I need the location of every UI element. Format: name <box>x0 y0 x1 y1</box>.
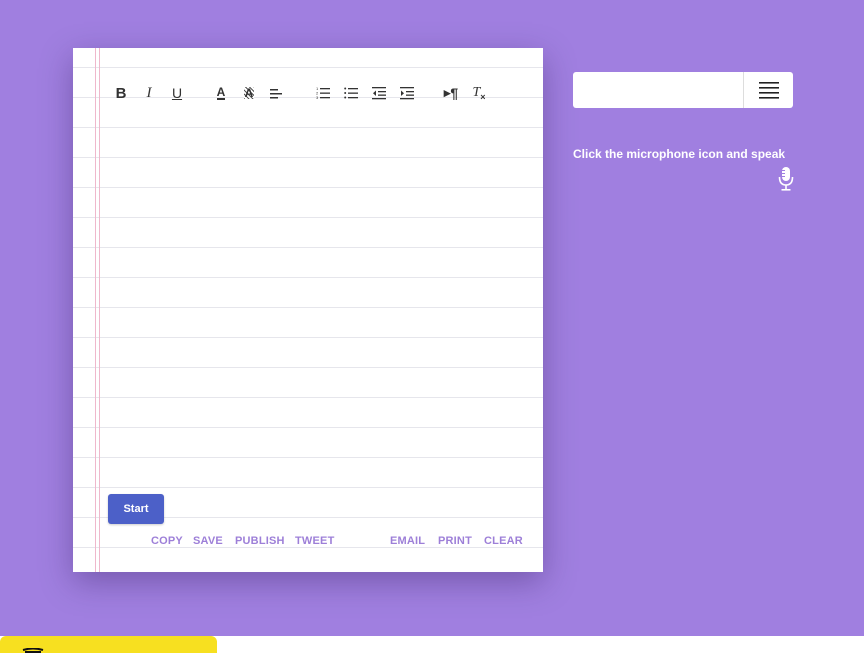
text-color-icon[interactable]: A <box>211 82 231 104</box>
tweet-button[interactable]: TWEET <box>295 535 335 547</box>
microphone-icon[interactable] <box>777 166 795 192</box>
language-selector <box>573 72 793 108</box>
start-button[interactable]: Start <box>108 494 164 524</box>
underline-icon[interactable]: U <box>167 82 187 104</box>
svg-text:3: 3 <box>316 95 319 100</box>
editor-actions: COPY SAVE PUBLISH TWEET EMAIL PRINT CLEA… <box>73 535 543 549</box>
bold-icon[interactable]: B <box>111 82 131 104</box>
publish-button[interactable]: PUBLISH <box>235 535 285 547</box>
outdent-icon[interactable] <box>369 82 389 104</box>
promo-tab[interactable] <box>0 636 217 653</box>
cup-icon <box>22 648 44 653</box>
highlight-color-icon[interactable]: A <box>239 82 259 104</box>
bullet-list-icon[interactable] <box>341 82 361 104</box>
instruction-text: Click the microphone icon and speak <box>573 147 786 161</box>
align-left-icon[interactable] <box>267 82 287 104</box>
italic-icon[interactable]: I <box>139 82 159 104</box>
save-button[interactable]: SAVE <box>193 535 223 547</box>
margin-line <box>99 48 100 572</box>
indent-icon[interactable] <box>397 82 417 104</box>
print-button[interactable]: PRINT <box>438 535 472 547</box>
copy-button[interactable]: COPY <box>151 535 183 547</box>
clear-button[interactable]: CLEAR <box>484 535 523 547</box>
language-input[interactable] <box>573 72 743 108</box>
ordered-list-icon[interactable]: 123 <box>313 82 333 104</box>
email-button[interactable]: EMAIL <box>390 535 425 547</box>
editor-paper[interactable]: B I U A A 123 ▸ ¶ T × Start COPY SAVE PU… <box>73 48 543 572</box>
clear-format-icon[interactable]: T × <box>469 82 489 104</box>
hamburger-menu-icon[interactable] <box>744 72 793 108</box>
margin-line <box>95 48 96 572</box>
paragraph-direction-icon[interactable]: ▸ ¶ <box>441 82 461 104</box>
